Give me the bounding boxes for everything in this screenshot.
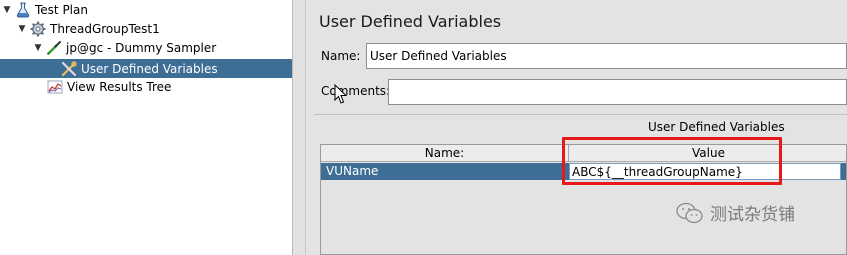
table-header: Name: Value xyxy=(321,145,846,162)
watermark: 测试杂货铺 xyxy=(676,200,795,225)
flask-icon xyxy=(16,2,30,18)
table-row[interactable]: VUName ABC${__threadGroupName} xyxy=(321,163,846,180)
expand-toggle-icon[interactable]: ▼ xyxy=(33,43,43,53)
user-defined-variables-panel: User Defined Variables Name: User Define… xyxy=(306,0,847,255)
column-header-value[interactable]: Value xyxy=(569,145,847,162)
name-field[interactable]: User Defined Variables xyxy=(366,43,847,69)
pipette-icon xyxy=(47,41,61,55)
tree-item-thread-group[interactable]: ▼ ThreadGroupTest1 xyxy=(0,20,292,38)
tree-item-view-results-tree[interactable]: View Results Tree xyxy=(0,78,292,96)
tree-item-label: Test Plan xyxy=(35,3,88,17)
tree-item-label: User Defined Variables xyxy=(81,61,218,76)
mouse-cursor-icon xyxy=(334,84,348,104)
expand-toggle-icon[interactable]: ▼ xyxy=(17,24,27,34)
comments-label: Comments: xyxy=(321,84,391,98)
variables-table-caption: User Defined Variables xyxy=(648,120,785,134)
column-header-name[interactable]: Name: xyxy=(321,145,569,162)
pane-splitter[interactable] xyxy=(293,0,306,255)
tree-item-label: ThreadGroupTest1 xyxy=(50,22,160,36)
comments-field[interactable] xyxy=(388,79,847,105)
tree-item-test-plan[interactable]: ▼ Test Plan xyxy=(0,1,292,19)
tree-item-dummy-sampler[interactable]: ▼ jp@gc - Dummy Sampler xyxy=(0,39,292,57)
section-divider xyxy=(314,114,847,115)
tree-item-label: View Results Tree xyxy=(67,80,172,94)
chart-icon xyxy=(47,80,63,94)
wechat-icon xyxy=(676,202,703,223)
wrench-icon xyxy=(61,60,77,76)
variable-value-cell[interactable]: ABC${__threadGroupName} xyxy=(569,163,841,180)
variable-name-cell[interactable]: VUName xyxy=(326,163,378,180)
tree-item-user-defined-variables[interactable]: User Defined Variables xyxy=(0,59,292,78)
page-title: User Defined Variables xyxy=(319,12,502,31)
test-plan-tree[interactable]: ▼ Test Plan ▼ ThreadGroupTest1 ▼ jp@gc -… xyxy=(0,0,293,255)
name-label: Name: xyxy=(321,49,361,63)
expand-toggle-icon[interactable]: ▼ xyxy=(2,5,12,15)
watermark-text: 测试杂货铺 xyxy=(710,205,795,225)
gear-icon xyxy=(30,21,46,37)
tree-item-label: jp@gc - Dummy Sampler xyxy=(66,41,217,55)
